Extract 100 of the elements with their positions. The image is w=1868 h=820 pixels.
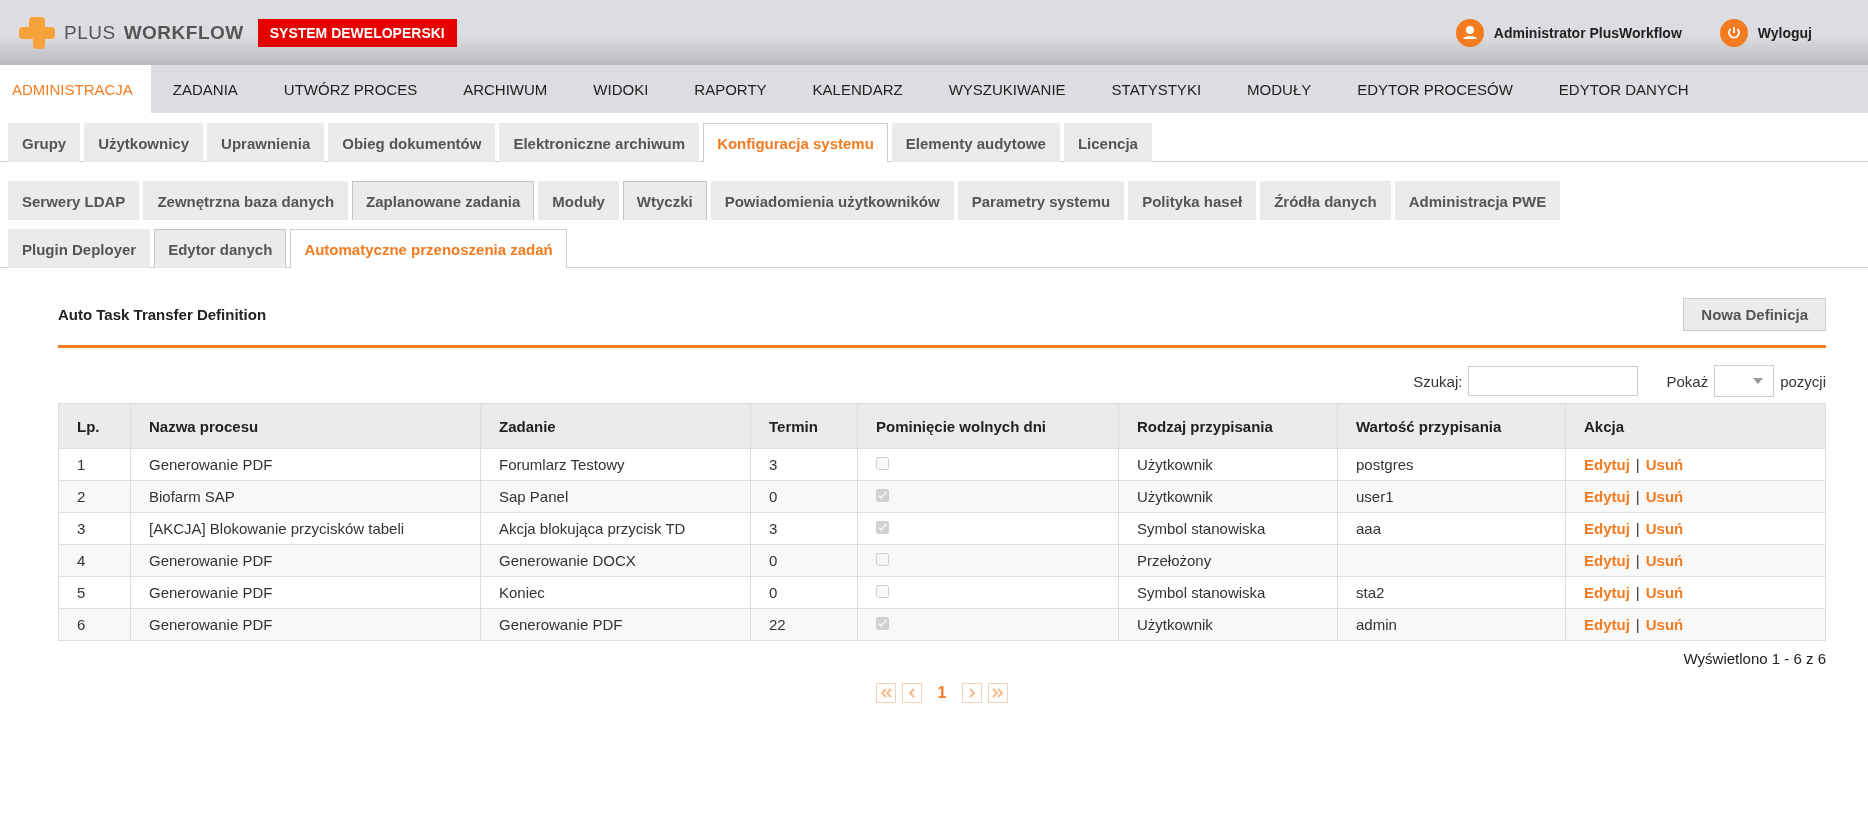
user-link[interactable]: Administrator PlusWorkflow bbox=[1455, 18, 1682, 47]
show-suffix: pozycji bbox=[1780, 372, 1826, 390]
tab[interactable]: Edytor danych bbox=[154, 229, 287, 268]
next-page-button[interactable] bbox=[962, 683, 983, 703]
table-cell: [AKCJA] Blokowanie przycisków tabeli bbox=[130, 512, 481, 545]
logo-text: WORKFLOW bbox=[123, 21, 244, 44]
table-cell: Generowanie DOCX bbox=[480, 544, 751, 577]
tab[interactable]: Obieg dokumentów bbox=[328, 123, 496, 162]
menu-item[interactable]: RAPORTY bbox=[672, 65, 789, 113]
tab[interactable]: Zewnętrzna baza danych bbox=[143, 181, 349, 220]
tab[interactable]: Źródła danych bbox=[1260, 181, 1391, 220]
table-cell: admin bbox=[1337, 608, 1566, 641]
tab[interactable]: Parametry systemu bbox=[957, 181, 1125, 220]
table-cell: Generowanie PDF bbox=[130, 608, 481, 641]
tab[interactable]: Administracja PWE bbox=[1394, 181, 1561, 220]
table-cell: Użytkownik bbox=[1118, 608, 1338, 641]
tab[interactable]: Polityka haseł bbox=[1128, 181, 1257, 220]
column-header: Termin bbox=[750, 403, 858, 449]
tab[interactable]: Plugin Deployer bbox=[8, 229, 151, 268]
table-cell: 0 bbox=[750, 576, 858, 609]
table-cell: 2 bbox=[58, 480, 131, 513]
caret-icon bbox=[1753, 378, 1764, 384]
menu-item[interactable]: WIDOKI bbox=[571, 65, 671, 113]
tab[interactable]: Grupy bbox=[8, 123, 81, 162]
tab[interactable]: Użytkownicy bbox=[84, 123, 204, 162]
separator: | bbox=[1635, 456, 1640, 473]
search-field[interactable] bbox=[1468, 366, 1639, 396]
double-chevron-right-icon bbox=[992, 688, 1005, 698]
logout-link[interactable]: Wyloguj bbox=[1719, 18, 1812, 47]
table-cell: 5 bbox=[58, 576, 131, 609]
tab[interactable]: Uprawnienia bbox=[207, 123, 325, 162]
menu-item[interactable]: KALENDARZ bbox=[790, 65, 925, 113]
table-cell: Generowanie PDF bbox=[480, 608, 751, 641]
table-cell: 22 bbox=[750, 608, 858, 641]
column-header: Zadanie bbox=[480, 403, 751, 449]
table-cell: Przełożony bbox=[1118, 544, 1338, 577]
table-cell: Symbol stanowiska bbox=[1118, 512, 1338, 545]
table-cell: 4 bbox=[58, 544, 131, 577]
column-header: Lp. bbox=[58, 403, 131, 449]
panel-title: Auto Task Transfer Definition bbox=[58, 306, 267, 323]
menu-item[interactable]: WYSZUKIWANIE bbox=[926, 65, 1088, 113]
menu-item[interactable]: EDYTOR DANYCH bbox=[1536, 65, 1711, 113]
power-icon bbox=[1719, 18, 1748, 47]
tab[interactable]: Elementy audytowe bbox=[891, 123, 1060, 162]
table-cell: 1 bbox=[58, 448, 131, 481]
tab[interactable]: Zaplanowane zadania bbox=[352, 181, 535, 220]
separator: | bbox=[1635, 520, 1640, 537]
table-cell: 3 bbox=[750, 448, 858, 481]
column-header: Wartość przypisania bbox=[1337, 403, 1566, 449]
table-cell: Symbol stanowiska bbox=[1118, 576, 1338, 609]
table-cell: aaa bbox=[1337, 512, 1566, 545]
column-header: Pominięcie wolnych dni bbox=[857, 403, 1119, 449]
tab[interactable]: Wtyczki bbox=[622, 181, 707, 220]
tab[interactable]: Serwery LDAP bbox=[8, 181, 140, 220]
separator: | bbox=[1635, 488, 1640, 505]
table-cell: Akcja blokująca przycisk TD bbox=[480, 512, 751, 545]
new-definition-button[interactable]: Nowa Definicja bbox=[1683, 298, 1826, 331]
environment-badge: SYSTEM DEWELOPERSKI bbox=[257, 18, 457, 47]
tab[interactable]: Moduły bbox=[538, 181, 619, 220]
tab[interactable]: Licencja bbox=[1063, 123, 1152, 162]
previous-page-button[interactable] bbox=[901, 683, 922, 703]
tab[interactable]: Powiadomienia użytkowników bbox=[710, 181, 954, 220]
table-cell: 0 bbox=[750, 544, 858, 577]
menu-item[interactable]: ARCHIWUM bbox=[441, 65, 570, 113]
column-header: Akcja bbox=[1565, 403, 1826, 449]
menu-item[interactable]: ZADANIA bbox=[150, 65, 260, 113]
table-cell: 3 bbox=[750, 512, 858, 545]
menu-item[interactable]: MODUŁY bbox=[1225, 65, 1334, 113]
table-cell: Generowanie PDF bbox=[130, 544, 481, 577]
table-cell: Użytkownik bbox=[1118, 480, 1338, 513]
page-size-select[interactable] bbox=[1714, 365, 1775, 397]
column-header: Rodzaj przypisania bbox=[1118, 403, 1338, 449]
records-summary: Wyświetlono 1 - 6 z 6 bbox=[1683, 650, 1826, 667]
table-cell: Forumlarz Testowy bbox=[480, 448, 751, 481]
show-label: Pokaż bbox=[1666, 372, 1709, 390]
double-chevron-left-icon bbox=[879, 688, 892, 698]
table-cell: Biofarm SAP bbox=[130, 480, 481, 513]
table-cell: postgres bbox=[1337, 448, 1566, 481]
menu-item[interactable]: UTWÓRZ PROCES bbox=[261, 65, 440, 113]
menu-item[interactable]: STATYSTYKI bbox=[1089, 65, 1224, 113]
table-cell: 3 bbox=[58, 512, 131, 545]
user-icon bbox=[1455, 18, 1484, 47]
last-page-button[interactable] bbox=[988, 683, 1009, 703]
table-cell: 0 bbox=[750, 480, 858, 513]
column-header: Nazwa procesu bbox=[130, 403, 481, 449]
table-cell: 6 bbox=[58, 608, 131, 641]
tab[interactable]: Elektroniczne archiwum bbox=[499, 123, 700, 162]
table-cell: Sap Panel bbox=[480, 480, 751, 513]
table-cell: Koniec bbox=[480, 576, 751, 609]
menu-item[interactable]: EDYTOR PROCESÓW bbox=[1335, 65, 1535, 113]
table-cell: sta2 bbox=[1337, 576, 1566, 609]
table-cell: user1 bbox=[1337, 480, 1566, 513]
logo-text: PLUS bbox=[64, 21, 116, 44]
search-label: Szukaj: bbox=[1413, 372, 1463, 390]
separator: | bbox=[1635, 584, 1640, 601]
separator: | bbox=[1635, 616, 1640, 633]
first-page-button[interactable] bbox=[875, 683, 896, 703]
separator: | bbox=[1635, 552, 1640, 569]
table-cell: Generowanie PDF bbox=[130, 576, 481, 609]
table-cell: Użytkownik bbox=[1118, 448, 1338, 481]
